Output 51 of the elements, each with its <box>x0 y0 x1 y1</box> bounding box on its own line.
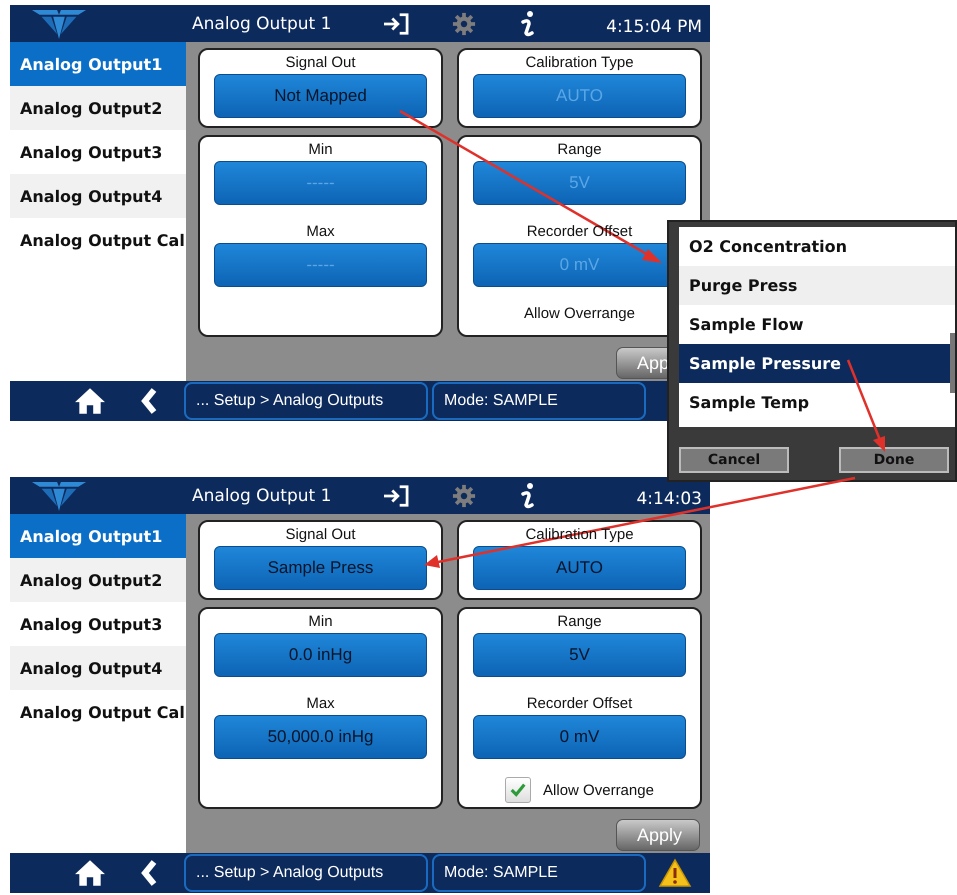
sidebar-item[interactable]: Analog Output4 <box>10 646 186 690</box>
field-label: Recorder Offset <box>526 695 632 712</box>
sign-in-icon[interactable] <box>382 484 410 508</box>
sidebar-item[interactable]: Analog Output1 <box>10 42 186 86</box>
checkbox-label: Allow Overrange <box>524 305 635 322</box>
checkmark-icon <box>509 781 528 799</box>
sidebar-item[interactable]: Analog Output2 <box>10 558 186 602</box>
mode-status: Mode: SAMPLE <box>432 854 646 892</box>
settings-icon[interactable] <box>450 12 478 36</box>
apply-button[interactable]: Apply <box>616 819 700 851</box>
dialog-button[interactable]: Done <box>839 447 949 473</box>
value-button[interactable]: 50,000.0 inHg <box>214 715 427 759</box>
mode-status: Mode: SAMPLE <box>432 382 646 420</box>
breadcrumb: ... Setup > Analog Outputs <box>184 854 428 892</box>
triangle-logo-icon <box>30 7 88 40</box>
settings-icon[interactable] <box>450 484 478 508</box>
field-label: Signal Out <box>285 54 356 71</box>
sidebar-item[interactable]: Analog Output4 <box>10 174 186 218</box>
sign-in-icon[interactable] <box>382 12 410 36</box>
breadcrumb: ... Setup > Analog Outputs <box>184 382 428 420</box>
value-button[interactable]: AUTO <box>473 546 686 590</box>
checkbox[interactable] <box>505 777 532 803</box>
sidebar-item[interactable]: Analog Output1 <box>10 514 186 558</box>
field-label: Calibration Type <box>525 54 634 71</box>
triangle-logo-icon <box>30 479 88 512</box>
scrollbar[interactable] <box>950 333 955 393</box>
screen-title: Analog Output 1 <box>192 486 332 506</box>
value-button[interactable]: Not Mapped <box>214 74 427 118</box>
checkbox-label: Allow Overrange <box>543 782 654 798</box>
home-icon[interactable] <box>74 387 106 415</box>
field-label: Min <box>308 613 333 630</box>
field-label: Range <box>557 613 602 630</box>
home-icon[interactable] <box>74 859 106 887</box>
warning-icon[interactable] <box>658 858 692 888</box>
field-label: Min <box>308 141 333 158</box>
option-item[interactable]: Purge Press <box>679 266 955 305</box>
field-label: Range <box>557 141 602 158</box>
field-label: Max <box>306 695 335 712</box>
field-label: Signal Out <box>285 526 356 543</box>
clock-time: 4:14:03 <box>636 488 702 508</box>
value-button[interactable]: 5V <box>473 633 686 677</box>
clock-time: 4:15:04 PM <box>606 16 702 36</box>
value-button[interactable]: 0 mV <box>473 715 686 759</box>
screen-title: Analog Output 1 <box>192 14 332 34</box>
back-icon[interactable] <box>140 859 158 887</box>
value-button[interactable]: 0.0 inHg <box>214 633 427 677</box>
back-icon[interactable] <box>140 387 158 415</box>
field-label: Max <box>306 223 335 240</box>
value-button[interactable]: Sample Press <box>214 546 427 590</box>
sidebar-item[interactable]: Analog Output2 <box>10 86 186 130</box>
dialog-button[interactable]: Cancel <box>679 447 789 473</box>
